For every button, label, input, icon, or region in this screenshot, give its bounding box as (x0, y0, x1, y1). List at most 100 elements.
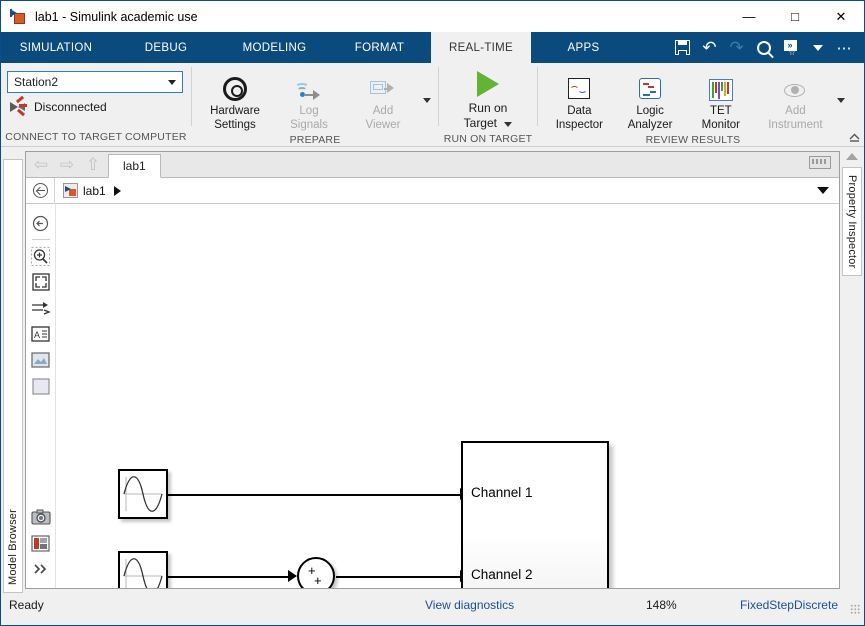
signal-line-sum-ch2 (336, 576, 463, 578)
property-inspector-label: Property Inspector (846, 175, 858, 269)
tab-modeling[interactable]: MODELING (221, 32, 328, 63)
forward-button[interactable]: ⇨ (54, 151, 80, 177)
favorites-icon[interactable]: » ☆ (777, 32, 804, 63)
review-group-expand[interactable] (835, 69, 848, 131)
image-icon[interactable] (29, 347, 53, 373)
ribbon-group-review-results: Data Inspector Logic Analyzer TET Monito… (538, 63, 848, 146)
print-report-icon[interactable] (29, 530, 53, 556)
navigation-buttons: ⇦ ⇨ ⇧ (26, 151, 108, 177)
sine-wave-block-1[interactable] (118, 469, 168, 519)
window-controls: — □ ✕ (726, 1, 864, 32)
ribbon-group-run-on-target: Run on Target RUN ON TARGET (439, 63, 537, 146)
model-canvas[interactable]: 5 + + 0 0 (56, 204, 839, 588)
tab-simulation[interactable]: SIMULATION (1, 32, 111, 63)
chevron-down-icon[interactable] (168, 79, 176, 85)
prepare-group-expand[interactable] (420, 69, 434, 131)
simulink-window: lab1 - Simulink academic use — □ ✕ SIMUL… (0, 0, 865, 626)
overflow-icon[interactable]: ⋯ (831, 32, 858, 63)
tab-format[interactable]: FORMAT (328, 32, 431, 63)
zoom-in-icon[interactable] (29, 243, 53, 269)
right-panel-strip: Property Inspector (840, 147, 864, 593)
tab-apps[interactable]: APPS (531, 32, 636, 63)
status-ready: Ready (9, 598, 44, 612)
redo-icon[interactable]: ↷ (723, 32, 750, 63)
close-button[interactable]: ✕ (818, 1, 864, 32)
sum-block[interactable]: + + (297, 557, 335, 588)
ribbon-group-prepare: Hardware Settings Log Signals Add Viewer PR… (192, 63, 438, 146)
hardware-settings-button[interactable]: Hardware Settings (198, 69, 272, 132)
arrow-left-icon: ⇦ (33, 154, 49, 174)
navigate-back-icon[interactable] (29, 210, 53, 236)
keyboard-icon[interactable] (809, 156, 831, 169)
signal-line-sine1-ch1 (168, 494, 463, 496)
chevron-down-icon[interactable] (804, 32, 831, 63)
canvas-wrapper: A + + Channel 1 Channel 2 (26, 204, 839, 588)
model-browser-tab[interactable]: Model Browser (3, 159, 23, 593)
window-title: lab1 - Simulink academic use (35, 9, 198, 24)
minimize-button[interactable]: — (726, 1, 772, 32)
chevron-down-icon[interactable] (504, 122, 513, 127)
solver-type[interactable]: FixedStepDiscrete (740, 598, 838, 612)
resize-grip[interactable] (850, 604, 860, 614)
eye-icon (782, 81, 808, 101)
data-inspector-button[interactable]: Data Inspector (544, 69, 615, 132)
ribbon: Station2 Disconnected CONNECT TO TARGET … (1, 63, 864, 147)
annotation-icon[interactable]: A (29, 321, 53, 347)
arrow-right-icon: ⇨ (59, 154, 75, 174)
quick-access-toolbar: ↶ ↷ » ☆ ⋯ (669, 32, 864, 63)
logic-analyzer-icon (637, 77, 663, 101)
breadcrumb-menu-icon[interactable] (817, 187, 829, 194)
area-icon[interactable] (29, 373, 53, 399)
group-label-prepare: PREPARE (289, 134, 341, 146)
arrow-right-icon (113, 185, 121, 196)
tet-monitor-icon (708, 79, 733, 101)
run-on-target-button[interactable]: Run on Target (439, 71, 537, 131)
arrow-up-icon: ⇧ (85, 154, 101, 174)
signal-routing-icon[interactable] (29, 295, 53, 321)
model-icon (63, 183, 78, 198)
collapse-ribbon-button[interactable] (846, 128, 862, 144)
breadcrumb-label: lab1 (83, 183, 106, 198)
add-viewer-button[interactable]: Add Viewer (346, 69, 420, 132)
port-label-channel-1: Channel 1 (471, 485, 533, 500)
more-tools-icon[interactable] (29, 556, 53, 582)
zoom-level[interactable]: 148% (646, 598, 677, 612)
search-icon[interactable] (750, 32, 777, 63)
add-viewer-icon (370, 77, 396, 101)
scroll-up-icon[interactable] (844, 149, 860, 163)
fit-to-view-icon[interactable] (29, 269, 53, 295)
status-bar: Ready View diagnostics 148% FixedStepDis… (1, 593, 864, 617)
save-icon[interactable] (669, 32, 696, 63)
signal-line-sine2-sum (168, 576, 291, 578)
gear-icon (223, 77, 247, 101)
connection-status: Disconnected (9, 95, 191, 117)
chevron-down-icon (837, 97, 846, 103)
model-browser-label: Model Browser (7, 509, 19, 585)
analog-output-block[interactable] (461, 441, 609, 588)
tab-real-time[interactable]: REAL-TIME (431, 32, 531, 63)
target-computer-combo[interactable]: Station2 (7, 71, 183, 93)
undo-icon[interactable]: ↶ (696, 32, 723, 63)
sine-wave-block-2[interactable] (118, 551, 168, 588)
log-signals-button[interactable]: Log Signals (272, 69, 346, 132)
add-instrument-button[interactable]: Add Instrument (756, 69, 834, 132)
up-button[interactable]: ⇧ (80, 151, 106, 177)
breadcrumb-item-lab1[interactable]: lab1 (55, 183, 121, 198)
sum-sign-2: + (314, 573, 322, 588)
breadcrumb-back-button[interactable] (26, 183, 54, 198)
tab-debug[interactable]: DEBUG (111, 32, 221, 63)
screenshot-camera-icon[interactable] (29, 504, 53, 530)
back-button[interactable]: ⇦ (28, 151, 54, 177)
main-area: Model Browser ⇦ ⇨ ⇧ lab1 lab1 A + + Chan… (1, 147, 864, 593)
simulink-model-icon (10, 8, 28, 26)
view-diagnostics-link[interactable]: View diagnostics (425, 598, 514, 612)
title-bar: lab1 - Simulink academic use — □ ✕ (1, 1, 864, 32)
data-inspector-icon (566, 77, 592, 101)
maximize-button[interactable]: □ (772, 1, 818, 32)
property-inspector-tab[interactable]: Property Inspector (842, 167, 862, 277)
log-signals-icon (295, 77, 322, 101)
tet-monitor-button[interactable]: TET Monitor (685, 69, 756, 132)
logic-analyzer-button[interactable]: Logic Analyzer (615, 69, 686, 132)
disconnected-icon (9, 95, 27, 117)
file-tab-lab1[interactable]: lab1 (108, 154, 161, 178)
